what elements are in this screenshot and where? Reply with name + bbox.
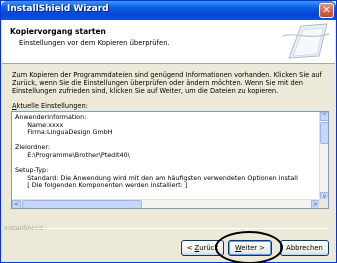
footer-divider <box>33 228 329 229</box>
settings-label-rest: ktuelle Einstellungen: <box>16 102 88 110</box>
page-title: Kopiervorgang starten <box>10 27 106 36</box>
current-settings-textbox[interactable]: Anwenderinformation: Name:xxxx Firma:Lin… <box>11 111 329 209</box>
wizard-graphic-icon <box>282 23 330 59</box>
chevron-left-icon: < <box>13 201 20 208</box>
current-settings-text: Anwenderinformation: Name:xxxx Firma:Lin… <box>15 113 298 190</box>
page-subtitle: Einstellungen vor dem Kopieren überprüfe… <box>19 39 170 47</box>
back-button-prefix: < <box>186 244 195 252</box>
horizontal-scroll-thumb[interactable] <box>22 200 142 208</box>
vertical-scrollbar[interactable]: ^ v <box>319 112 328 201</box>
vertical-scroll-thumb[interactable] <box>320 122 328 144</box>
scroll-left-button[interactable]: < <box>12 200 21 208</box>
scroll-up-button[interactable]: ^ <box>320 112 328 121</box>
close-icon: ✕ <box>322 5 331 16</box>
current-settings-label: Aktuelle Einstellungen: <box>12 102 88 110</box>
scrollbar-corner <box>319 199 328 208</box>
intro-text: Zum Kopieren der Programmdateien sind ge… <box>12 71 322 95</box>
close-button[interactable]: ✕ <box>319 3 334 18</box>
horizontal-scrollbar[interactable]: < > <box>12 199 320 208</box>
chevron-up-icon: ^ <box>321 113 328 120</box>
title-bar[interactable]: InstallShield Wizard ✕ <box>1 1 336 20</box>
wizard-header: Kopiervorgang starten Einstellungen vor … <box>2 20 335 64</box>
window-title: InstallShield Wizard <box>7 4 109 14</box>
chevron-right-icon: > <box>312 201 319 208</box>
installshield-wizard-window: InstallShield Wizard ✕ Kopiervorgang sta… <box>0 0 337 263</box>
cancel-button[interactable]: Abbrechen <box>280 240 329 256</box>
highlight-ellipse-annotation <box>215 231 283 263</box>
